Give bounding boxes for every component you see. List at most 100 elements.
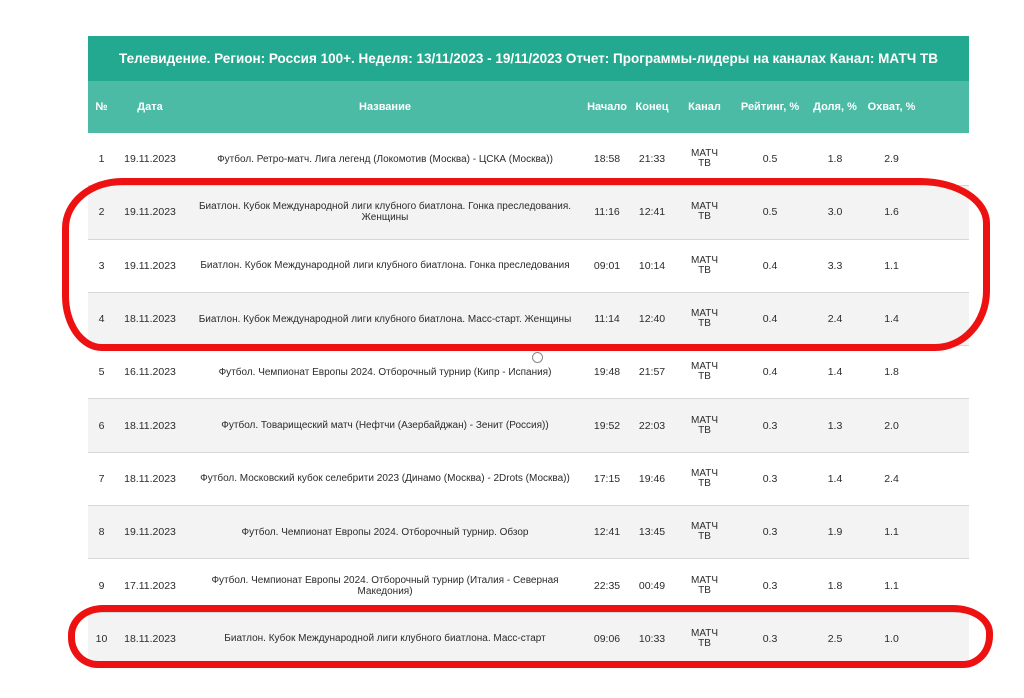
cell-date: 19.11.2023	[124, 259, 176, 272]
table-body: 1 19.11.2023 Футбол. Ретро-матч. Лига ле…	[88, 133, 969, 666]
cell-start: 19:52	[593, 419, 621, 432]
cell-num: 2	[98, 206, 105, 219]
table-row[interactable]: 7 18.11.2023 Футбол. Московский кубок се…	[88, 453, 969, 507]
cell-end: 21:57	[638, 366, 666, 379]
cell-rating: 0.3	[762, 632, 778, 645]
col-name[interactable]: Название	[185, 101, 585, 113]
table-row[interactable]: 1 19.11.2023 Футбол. Ретро-матч. Лига ле…	[88, 133, 969, 187]
cell-reach: 1.8	[884, 366, 899, 379]
cell-reach: 2.0	[884, 419, 899, 432]
cell-num: 10	[95, 632, 108, 645]
cell-start: 11:16	[594, 206, 620, 219]
cell-reach: 2.9	[884, 153, 899, 166]
cell-channel-text: МАТЧ ТВ	[691, 148, 718, 170]
cell-name: Футбол. Товарищеский матч (Нефтчи (Азерб…	[221, 420, 549, 432]
table-row[interactable]: 2 19.11.2023 Биатлон. Кубок Международно…	[88, 186, 969, 240]
cell-date: 18.11.2023	[124, 472, 176, 485]
cell-name: Биатлон. Кубок Международной лиги клубно…	[198, 313, 572, 325]
cell-name: Футбол. Московский кубок селебрити 2023 …	[200, 473, 570, 485]
cell-channel-text: МАТЧ ТВ	[691, 414, 718, 436]
cell-name: Биатлон. Кубок Международной лиги клубно…	[198, 201, 572, 224]
cell-start: 19:48	[593, 366, 621, 379]
cell-reach: 1.6	[884, 206, 899, 219]
cell-channel-text: МАТЧ ТВ	[691, 467, 718, 489]
cell-num: 8	[98, 526, 105, 539]
cell-channel-text: МАТЧ ТВ	[691, 574, 718, 596]
col-end[interactable]: Конец	[629, 101, 675, 113]
cell-share: 1.8	[827, 579, 843, 592]
cell-name: Биатлон. Кубок Международной лиги клубно…	[200, 260, 570, 272]
cell-share: 2.4	[827, 313, 843, 326]
col-start[interactable]: Начало	[585, 101, 629, 113]
col-share[interactable]: Доля, %	[806, 101, 864, 113]
cell-reach: 1.4	[884, 313, 899, 326]
cell-start: 12:41	[593, 526, 621, 539]
cell-rating: 0.4	[762, 313, 778, 326]
cell-name: Футбол. Чемпионат Европы 2024. Отборочны…	[211, 574, 559, 597]
table-row[interactable]: 4 18.11.2023 Биатлон. Кубок Международно…	[88, 292, 969, 347]
col-date[interactable]: Дата	[115, 101, 185, 113]
cell-date: 18.11.2023	[124, 419, 176, 432]
cell-channel: МАТЧ ТВ	[675, 414, 734, 436]
col-channel[interactable]: Канал	[675, 101, 734, 113]
cell-num: 3	[98, 259, 105, 272]
cell-end: 12:40	[638, 313, 666, 326]
cell-reach: 1.1	[884, 259, 899, 272]
table-row[interactable]: 3 19.11.2023 Биатлон. Кубок Международно…	[88, 240, 969, 293]
cell-reach: 1.1	[884, 526, 899, 539]
cell-date: 18.11.2023	[124, 313, 176, 326]
cell-channel-text: МАТЧ ТВ	[691, 254, 718, 276]
cell-rating: 0.4	[762, 366, 778, 379]
cell-rating: 0.4	[762, 259, 778, 272]
cell-share: 3.3	[827, 259, 843, 272]
table-row[interactable]: 8 19.11.2023 Футбол. Чемпионат Европы 20…	[88, 506, 969, 560]
cell-share: 1.4	[827, 366, 843, 379]
cell-date: 17.11.2023	[124, 579, 176, 592]
col-rating[interactable]: Рейтинг, %	[734, 101, 806, 113]
cell-channel-text: МАТЧ ТВ	[691, 361, 718, 383]
cell-share: 3.0	[827, 206, 843, 219]
cell-end: 10:33	[638, 632, 666, 645]
cell-num: 1	[98, 153, 105, 166]
cell-end: 21:33	[638, 153, 666, 166]
cell-channel-text: МАТЧ ТВ	[691, 521, 718, 543]
cell-reach: 2.4	[884, 472, 899, 485]
cell-channel: МАТЧ ТВ	[675, 362, 734, 382]
cell-channel: МАТЧ ТВ	[675, 574, 734, 596]
table-row[interactable]: 5 16.11.2023 Футбол. Чемпионат Европы 20…	[88, 346, 969, 400]
cell-channel: МАТЧ ТВ	[675, 627, 734, 649]
table-row[interactable]: 9 17.11.2023 Футбол. Чемпионат Европы 20…	[88, 559, 969, 613]
col-num[interactable]: №	[88, 101, 115, 113]
cell-name: Футбол. Ретро-матч. Лига легенд (Локомот…	[217, 153, 553, 165]
cell-start: 11:14	[594, 313, 620, 326]
cell-rating: 0.5	[762, 153, 778, 166]
cell-channel-text: МАТЧ ТВ	[691, 201, 718, 223]
table-row[interactable]: 6 18.11.2023 Футбол. Товарищеский матч (…	[88, 399, 969, 453]
cell-share: 2.5	[827, 632, 843, 645]
cell-rating: 0.5	[762, 206, 778, 219]
cell-end: 12:41	[638, 206, 666, 219]
cell-channel-text: МАТЧ ТВ	[691, 308, 718, 330]
cell-rating: 0.3	[762, 579, 778, 592]
table-row[interactable]: 10 18.11.2023 Биатлон. Кубок Международн…	[88, 612, 969, 666]
cell-rating: 0.3	[762, 419, 778, 432]
report-title: Телевидение. Регион: Россия 100+. Неделя…	[88, 36, 969, 81]
cell-share: 1.9	[827, 526, 843, 539]
cell-num: 6	[98, 419, 105, 432]
cell-channel: МАТЧ ТВ	[675, 149, 734, 169]
cell-date: 19.11.2023	[124, 526, 176, 539]
cell-num: 9	[98, 579, 105, 592]
cell-start: 09:06	[593, 632, 621, 645]
col-reach[interactable]: Охват, %	[864, 101, 919, 113]
cell-name: Биатлон. Кубок Международной лиги клубно…	[224, 633, 546, 645]
cell-name: Футбол. Чемпионат Европы 2024. Отборочны…	[218, 366, 552, 378]
table-header: № Дата Название Начало Конец Канал Рейти…	[88, 81, 969, 133]
cell-end: 22:03	[638, 419, 666, 432]
cell-channel: МАТЧ ТВ	[675, 467, 734, 489]
cell-channel: МАТЧ ТВ	[675, 522, 734, 542]
cell-channel-text: МАТЧ ТВ	[691, 627, 718, 649]
cell-channel: МАТЧ ТВ	[675, 254, 734, 276]
cell-share: 1.4	[827, 472, 843, 485]
cell-end: 00:49	[638, 579, 666, 592]
cell-share: 1.3	[827, 419, 843, 432]
